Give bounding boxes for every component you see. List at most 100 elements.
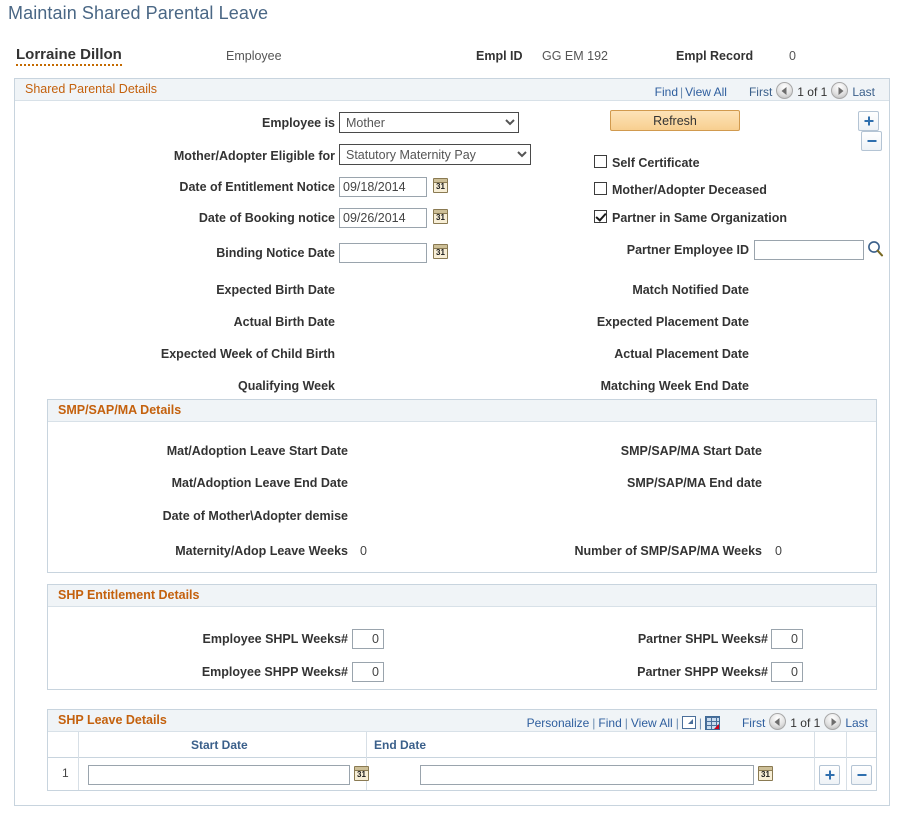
mother-adopter-deceased-checkbox-row[interactable]: Mother/Adopter Deceased	[594, 180, 767, 198]
label-mat-adoption-leave-end-date: Mat/Adoption Leave End Date	[171, 476, 348, 490]
label-date-of-mother-adopter-demise: Date of Mother\Adopter demise	[162, 509, 348, 523]
personalize-link[interactable]: Personalize	[527, 716, 590, 730]
lookup-magnifier-icon[interactable]	[867, 240, 884, 257]
nav-separator: |	[680, 85, 684, 99]
employee-header: Lorraine Dillon Employee Empl ID GG EM 1…	[14, 46, 890, 74]
column-divider	[846, 732, 847, 758]
self-certificate-checkbox-row[interactable]: Self Certificate	[594, 153, 700, 171]
nav-separator: |	[592, 716, 596, 730]
mother-adopter-deceased-checkbox[interactable]	[594, 182, 607, 195]
label-date-of-entitlement-notice: Date of Entitlement Notice	[179, 180, 335, 194]
refresh-button[interactable]: Refresh	[610, 110, 740, 131]
label-expected-week-of-child-birth: Expected Week of Child Birth	[160, 347, 335, 361]
shp-entitlement-details-header: SHP Entitlement Details	[48, 585, 876, 607]
grid-first-label[interactable]: First	[742, 716, 765, 730]
grid-last-label[interactable]: Last	[845, 716, 868, 730]
label-number-of-smp-sap-ma-weeks: Number of SMP/SAP/MA Weeks	[574, 544, 762, 558]
new-window-icon[interactable]	[681, 716, 696, 729]
table-row: 1 31 31	[48, 758, 876, 790]
smp-sap-ma-details-title: SMP/SAP/MA Details	[58, 403, 182, 417]
label-match-notified-date: Match Notified Date	[632, 283, 749, 297]
date-of-booking-notice-input[interactable]	[339, 208, 427, 228]
label-smp-sap-ma-end-date: SMP/SAP/MA End date	[627, 476, 762, 490]
date-of-entitlement-notice-input[interactable]	[339, 177, 427, 197]
partner-shpp-weeks-input[interactable]	[771, 662, 803, 682]
label-actual-placement-date: Actual Placement Date	[614, 347, 749, 361]
empl-record-value: 0	[789, 49, 796, 63]
calendar-icon[interactable]: 31	[354, 766, 369, 781]
grid-next-row-icon[interactable]	[824, 713, 842, 730]
mother-adopter-deceased-label: Mother/Adopter Deceased	[612, 183, 767, 197]
previous-row-icon[interactable]	[776, 82, 794, 99]
smp-sap-ma-details-panel: SMP/SAP/MA Details Mat/Adoption Leave St…	[47, 399, 877, 573]
label-expected-birth-date: Expected Birth Date	[216, 283, 335, 297]
self-certificate-label: Self Certificate	[612, 156, 700, 170]
column-header-start-date[interactable]: Start Date	[191, 738, 248, 752]
label-partner-employee-id: Partner Employee ID	[626, 243, 749, 257]
employee-name: Lorraine Dillon	[16, 46, 122, 66]
download-to-spreadsheet-icon[interactable]	[704, 716, 720, 730]
employee-is-select[interactable]: Mother	[339, 112, 519, 133]
cell-divider	[846, 758, 847, 790]
grid-add-row-button[interactable]	[819, 765, 840, 785]
partner-in-same-organization-checkbox[interactable]	[594, 210, 607, 223]
find-link[interactable]: Find	[655, 85, 678, 99]
binding-notice-date-input[interactable]	[339, 243, 427, 263]
label-qualifying-week: Qualifying Week	[237, 379, 335, 393]
label-smp-sap-ma-start-date: SMP/SAP/MA Start Date	[620, 444, 762, 458]
label-employee-shpl-weeks: Employee SHPL Weeks#	[202, 632, 348, 646]
label-maternity-adop-leave-weeks: Maternity/Adop Leave Weeks	[175, 544, 348, 558]
self-certificate-checkbox[interactable]	[594, 155, 607, 168]
nav-separator: |	[624, 716, 628, 730]
label-employee-is: Employee is	[262, 116, 335, 130]
partner-in-same-organization-checkbox-row[interactable]: Partner in Same Organization	[594, 208, 787, 226]
row-end-date-input[interactable]	[420, 765, 754, 785]
column-divider	[366, 732, 367, 758]
calendar-icon[interactable]: 31	[433, 244, 448, 259]
employee-role: Employee	[226, 49, 282, 63]
first-label[interactable]: First	[749, 85, 772, 99]
label-mother-adopter-eligible-for: Mother/Adopter Eligible for	[173, 149, 335, 163]
empl-id-value: GG EM 192	[542, 49, 608, 63]
partner-employee-id-input[interactable]	[754, 240, 864, 260]
shp-leave-details-title: SHP Leave Details	[58, 713, 167, 727]
shp-entitlement-details-title: SHP Entitlement Details	[58, 588, 200, 602]
row-counter: 1 of 1	[797, 85, 828, 99]
next-row-icon[interactable]	[831, 82, 849, 99]
grid-nav: Personalize | Find | View All | | First 1 of 1 La…	[527, 713, 868, 730]
shp-leave-details-header: SHP Leave Details Personalize | Find | View …	[48, 710, 876, 732]
label-partner-shpp-weeks: Partner SHPP Weeks#	[637, 665, 768, 679]
employee-shpl-weeks-input[interactable]	[352, 629, 384, 649]
shared-parental-details-panel: Shared Parental Details Find | View All Fir…	[14, 78, 890, 806]
mother-adopter-eligible-for-select[interactable]: Statutory Maternity Pay	[339, 144, 531, 165]
label-matching-week-end-date: Matching Week End Date	[600, 379, 749, 393]
calendar-icon[interactable]: 31	[433, 178, 448, 193]
smp-sap-ma-details-header: SMP/SAP/MA Details	[48, 400, 876, 422]
row-start-date-input[interactable]	[88, 765, 350, 785]
employee-shpp-weeks-input[interactable]	[352, 662, 384, 682]
grid-delete-row-button[interactable]	[851, 765, 872, 785]
delete-row-button[interactable]	[861, 131, 882, 151]
view-all-link[interactable]: View All	[685, 85, 727, 99]
row-add-delete-group	[858, 111, 889, 151]
partner-shpl-weeks-input[interactable]	[771, 629, 803, 649]
label-date-of-booking-notice: Date of Booking notice	[198, 211, 335, 225]
calendar-icon[interactable]: 31	[433, 209, 448, 224]
empl-record-label: Empl Record	[676, 49, 754, 63]
shared-parental-details-header: Shared Parental Details Find | View All Fir…	[15, 79, 889, 101]
last-label[interactable]: Last	[852, 85, 875, 99]
grid-find-link[interactable]: Find	[598, 716, 621, 730]
label-expected-placement-date: Expected Placement Date	[596, 315, 749, 329]
cell-divider	[78, 758, 79, 790]
grid-column-headers: Start Date End Date	[48, 732, 876, 758]
scroll-nav: Find | View All First 1 of 1 Last	[655, 82, 875, 99]
shp-entitlement-details-panel: SHP Entitlement Details Employee SHPL We…	[47, 584, 877, 690]
add-row-button[interactable]	[858, 111, 879, 131]
calendar-icon[interactable]: 31	[758, 766, 773, 781]
grid-view-all-link[interactable]: View All	[631, 716, 673, 730]
page-title: Maintain Shared Parental Leave	[8, 3, 269, 23]
column-header-end-date[interactable]: End Date	[374, 738, 426, 752]
empl-id-label: Empl ID	[476, 49, 523, 63]
label-employee-shpp-weeks: Employee SHPP Weeks#	[201, 665, 348, 679]
grid-previous-row-icon[interactable]	[769, 713, 787, 730]
